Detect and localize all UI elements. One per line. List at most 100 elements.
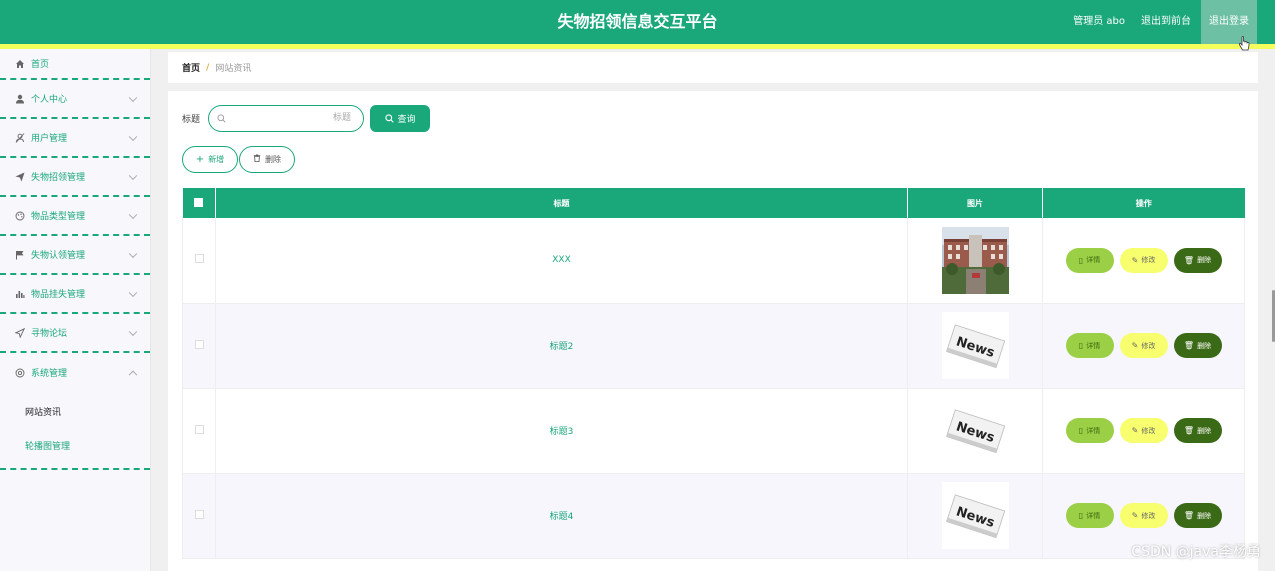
column-header-title: 标题	[215, 188, 908, 218]
row-title: 标题4	[215, 473, 908, 559]
home-icon	[14, 58, 26, 70]
chevron-down-icon	[128, 132, 138, 141]
table-header-row: 标题 图片 操作	[182, 188, 1245, 218]
detail-button-label: 详情	[1086, 511, 1101, 520]
search-icon	[384, 113, 394, 123]
detail-button[interactable]: ▯ 详情	[1065, 418, 1114, 443]
row-image-cell: News	[907, 388, 1043, 474]
sidebar-item-lost-found[interactable]: 失物招领管理	[0, 158, 150, 197]
edit-button[interactable]: ✎ 修改	[1119, 247, 1168, 273]
delete-button-label: 删除	[1197, 426, 1212, 435]
search-row: 标题 查询	[182, 104, 431, 132]
hand-cursor-icon	[1238, 36, 1250, 51]
delete-button[interactable]: 🗑︎ 删除	[1173, 418, 1222, 443]
chevron-down-icon	[128, 249, 138, 258]
campus-photo-image	[941, 226, 1009, 294]
edit-button[interactable]: ✎ 修改	[1119, 333, 1168, 358]
flag-icon	[14, 249, 26, 261]
breadcrumb-home[interactable]: 首页	[182, 61, 200, 74]
admin-label: 管理员 abo	[1073, 16, 1125, 27]
row-actions: ▯ 详情 ✎ 修改 🗑︎ 删除	[1042, 218, 1245, 304]
delete-button[interactable]: 🗑︎ 删除	[1173, 503, 1222, 528]
trash-icon: 🗑︎	[1183, 511, 1195, 520]
breadcrumb-current: 网站资讯	[215, 64, 252, 74]
news-image: News	[941, 397, 1009, 464]
row-actions: ▯ 详情 ✎ 修改 🗑︎ 删除	[1042, 303, 1245, 389]
sidebar-item-users[interactable]: 用户管理	[0, 119, 150, 158]
user-icon	[14, 93, 26, 105]
chevron-up-icon	[128, 370, 138, 379]
sidebar-item-forum[interactable]: 寻物论坛	[0, 314, 150, 353]
row-checkbox[interactable]	[194, 509, 204, 519]
chevron-down-icon	[128, 93, 138, 102]
navigation-icon	[14, 327, 26, 339]
search-label: 标题	[182, 114, 201, 125]
detail-button-label: 详情	[1086, 341, 1101, 350]
edit-button[interactable]: ✎ 修改	[1119, 418, 1168, 443]
plus-icon: +	[195, 154, 205, 165]
row-title: XXX	[215, 218, 908, 304]
row-checkbox[interactable]	[194, 339, 204, 349]
delete-button-label: 删除	[1197, 511, 1212, 520]
batch-delete-button[interactable]: 删除	[239, 146, 295, 173]
select-all-checkbox[interactable]	[194, 197, 204, 207]
trash-icon: 🗑︎	[1183, 426, 1195, 435]
sidebar-item-profile[interactable]: 个人中心	[0, 80, 150, 119]
sidebar-item-label: 系统管理	[31, 369, 68, 379]
delete-button-label: 删除	[1197, 256, 1212, 265]
trash-icon: 🗑︎	[1183, 255, 1195, 265]
row-select-cell	[182, 473, 216, 559]
detail-button-label: 详情	[1086, 256, 1101, 265]
document-icon: ▯	[1078, 426, 1084, 435]
edit-icon: ✎	[1131, 426, 1139, 435]
table-row: 标题2 News ▯ 详情 ✎ 修改 🗑︎ 删除	[182, 303, 1245, 389]
row-select-cell	[182, 388, 216, 474]
header-actions: 管理员 abo 退出到前台 退出登录	[1065, 0, 1257, 44]
search-input[interactable]	[231, 108, 358, 128]
table-row: XXX ▯ 详情 ✎ 修改 🗑︎ 删除	[182, 218, 1245, 304]
sidebar-subitem-carousel[interactable]: 轮播图管理	[0, 430, 150, 464]
document-icon: ▯	[1078, 341, 1084, 350]
row-actions: ▯ 详情 ✎ 修改 🗑︎ 删除	[1042, 388, 1245, 474]
row-image-cell	[907, 218, 1043, 304]
edit-button-label: 修改	[1141, 256, 1156, 265]
query-button-label: 查询	[397, 114, 416, 125]
sidebar-item-label: 首页	[31, 60, 50, 70]
sidebar-submenu: 网站资讯 轮播图管理	[0, 392, 150, 470]
add-button[interactable]: + 新增	[182, 146, 238, 173]
sidebar-item-lost-reports[interactable]: 物品挂失管理	[0, 275, 150, 314]
detail-button[interactable]: ▯ 详情	[1065, 503, 1114, 528]
row-checkbox[interactable]	[194, 424, 204, 434]
query-button[interactable]: 查询	[370, 104, 431, 132]
sidebar-subitem-news[interactable]: 网站资讯	[0, 396, 150, 430]
delete-button[interactable]: 🗑︎ 删除	[1173, 247, 1222, 273]
edit-button-label: 修改	[1141, 341, 1156, 350]
edit-icon: ✎	[1131, 255, 1139, 265]
row-select-cell	[182, 218, 216, 304]
sidebar-item-system[interactable]: 系统管理	[0, 353, 150, 392]
detail-button[interactable]: ▯ 详情	[1065, 247, 1114, 273]
detail-button[interactable]: ▯ 详情	[1065, 333, 1114, 358]
column-header-actions: 操作	[1042, 188, 1245, 218]
edit-icon: ✎	[1131, 511, 1139, 520]
row-action-group: ▯ 详情 ✎ 修改 🗑︎ 删除	[1043, 333, 1244, 358]
delete-button-label: 删除	[265, 155, 281, 164]
sidebar-item-item-types[interactable]: 物品类型管理	[0, 197, 150, 236]
send-icon	[14, 171, 26, 183]
edit-button-label: 修改	[1141, 511, 1156, 520]
select-all-header	[182, 188, 216, 218]
header-accent-line	[0, 44, 1275, 49]
users-icon	[14, 132, 26, 144]
table-row: 标题4 News ▯ 详情 ✎ 修改 🗑︎ 删除	[182, 473, 1245, 559]
delete-button[interactable]: 🗑︎ 删除	[1173, 333, 1222, 358]
back-to-front-button[interactable]: 退出到前台	[1133, 0, 1199, 44]
row-title: 标题3	[215, 388, 908, 474]
settings-icon	[14, 367, 26, 379]
edit-button[interactable]: ✎ 修改	[1119, 503, 1168, 528]
row-checkbox[interactable]	[194, 254, 204, 264]
sidebar-item-label: 失物认领管理	[31, 251, 86, 261]
sidebar-item-claims[interactable]: 失物认领管理	[0, 236, 150, 275]
sidebar-item-home[interactable]: 首页	[0, 49, 150, 80]
document-icon: ▯	[1078, 255, 1084, 265]
chart-icon	[14, 288, 26, 300]
